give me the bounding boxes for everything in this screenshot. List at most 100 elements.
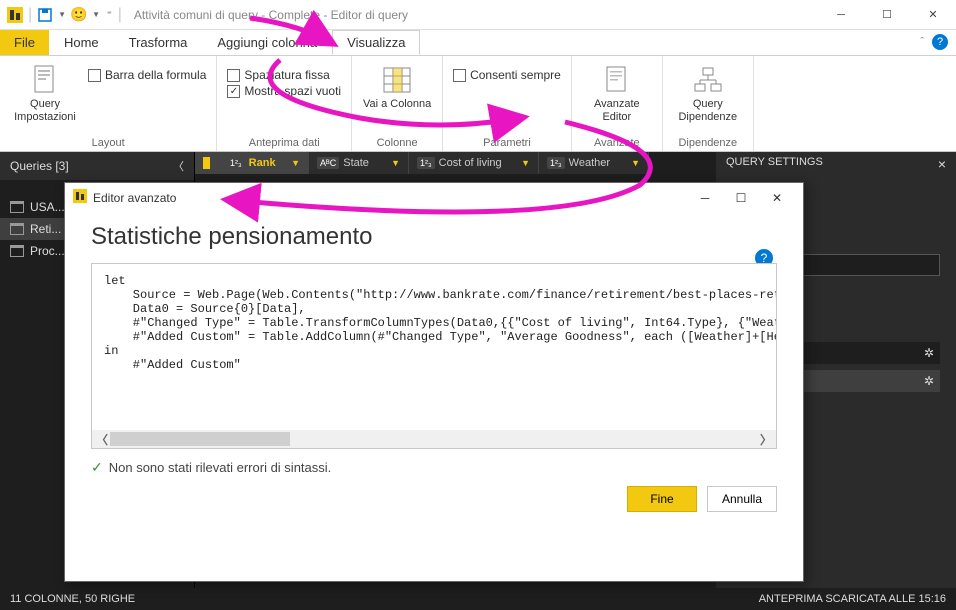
- show-whitespace-checkbox[interactable]: ✓ Mostra spazi vuoti: [227, 84, 341, 98]
- save-dropdown-icon[interactable]: ▼: [58, 10, 66, 19]
- always-allow-label: Consenti sempre: [470, 68, 561, 82]
- chevron-left-icon[interactable]: 〈: [173, 158, 184, 174]
- group-label-dependencies: Dipendenze: [673, 135, 743, 149]
- app-icon: [73, 189, 87, 208]
- group-label-parameters: Parametri: [453, 135, 561, 149]
- checkbox-icon: [453, 69, 466, 82]
- type-badge: 1²₃: [547, 157, 565, 169]
- gear-icon[interactable]: ✲: [924, 346, 934, 360]
- dropdown-icon[interactable]: ▼: [521, 158, 530, 168]
- done-button[interactable]: Fine: [627, 486, 697, 512]
- scroll-right-icon[interactable]: 〉: [760, 431, 772, 448]
- always-allow-checkbox[interactable]: Consenti sempre: [453, 68, 561, 82]
- column-rank[interactable]: 1²₃ Rank ▼: [219, 152, 309, 174]
- qat-customize-icon[interactable]: ⁼: [107, 9, 112, 20]
- goto-column-label: Vai a Colonna: [363, 98, 431, 111]
- maximize-button[interactable]: ☐: [723, 184, 759, 212]
- formula-bar-label: Barra della formula: [105, 68, 206, 82]
- advanced-editor-label: Avanzate Editor: [582, 98, 652, 124]
- close-button[interactable]: ✕: [759, 184, 795, 212]
- ribbon-group-dependencies: Query Dipendenze Dipendenze: [663, 56, 754, 151]
- queries-header-label: Queries [3]: [10, 159, 69, 173]
- emoji-icon[interactable]: 🙂: [70, 6, 88, 24]
- cancel-button[interactable]: Annulla: [707, 486, 777, 512]
- dialog-body: Statistiche pensionamento ? let Source =…: [65, 213, 803, 581]
- horizontal-scrollbar[interactable]: 〈 〉: [92, 430, 776, 448]
- window-controls: ─ ☐ ✕: [818, 0, 956, 30]
- table-icon: [10, 245, 24, 257]
- checkbox-icon: [88, 69, 101, 82]
- minimize-button[interactable]: ─: [687, 184, 723, 212]
- dialog-titlebar[interactable]: Editor avanzato ─ ☐ ✕: [65, 183, 803, 213]
- tab-transform[interactable]: Trasforma: [114, 30, 203, 55]
- file-tab[interactable]: File: [0, 30, 49, 55]
- advanced-editor-button[interactable]: Avanzate Editor: [582, 60, 652, 124]
- code-content[interactable]: let Source = Web.Page(Web.Contents("http…: [92, 264, 776, 382]
- goto-column-button[interactable]: Vai a Colonna: [362, 60, 432, 111]
- column-weather[interactable]: 1²₃ Weather ▼: [539, 152, 649, 174]
- settings-doc-icon: [29, 64, 61, 96]
- save-icon[interactable]: [36, 6, 54, 24]
- column-name: Rank: [249, 157, 276, 169]
- query-dependencies-label: Query Dipendenze: [673, 98, 743, 124]
- syntax-status-text: Non sono stati rilevati errori di sintas…: [109, 460, 332, 475]
- editor-doc-icon: [601, 64, 633, 96]
- type-badge: 1²₃: [417, 157, 435, 169]
- checkbox-icon: ✓: [227, 85, 240, 98]
- tab-home[interactable]: Home: [49, 30, 114, 55]
- monospaced-checkbox[interactable]: Spaziatura fissa: [227, 68, 341, 82]
- maximize-button[interactable]: ☐: [864, 0, 910, 30]
- tab-view[interactable]: Visualizza: [332, 30, 420, 55]
- statusbar-right: ANTEPRIMA SCARICATA ALLE 15:16: [759, 593, 946, 605]
- group-label-data-preview: Anteprima dati: [227, 135, 341, 149]
- syntax-status: ✓ Non sono stati rilevati errori di sint…: [91, 459, 777, 476]
- column-cost-of-living[interactable]: 1²₃ Cost of living ▼: [409, 152, 539, 174]
- data-column-headers: 1²₃ Rank ▼ AᴮC State ▼ 1²₃ Cost of livin…: [195, 152, 649, 174]
- gear-icon[interactable]: ✲: [924, 374, 934, 388]
- dialog-title: Editor avanzato: [93, 191, 681, 205]
- dropdown-icon[interactable]: ▼: [631, 158, 640, 168]
- group-label-advanced: Avanzate: [582, 135, 652, 149]
- formula-bar-checkbox[interactable]: Barra della formula: [88, 68, 206, 82]
- column-name: Weather: [569, 157, 610, 169]
- statusbar-left: 11 COLONNE, 50 RIGHE: [10, 593, 135, 605]
- window-title: Attività comuni di query - Complete - Ed…: [134, 8, 818, 22]
- column-name: State: [343, 157, 369, 169]
- quick-access-toolbar: | ▼ 🙂 ▼ ⁼ |: [0, 6, 128, 24]
- advanced-editor-dialog: Editor avanzato ─ ☐ ✕ Statistiche pensio…: [64, 182, 804, 582]
- dialog-heading: Statistiche pensionamento: [91, 223, 777, 251]
- column-name: Cost of living: [439, 157, 502, 169]
- scroll-thumb[interactable]: [110, 432, 290, 446]
- ribbon-group-advanced: Avanzate Editor Avanzate: [572, 56, 663, 151]
- code-editor[interactable]: let Source = Web.Page(Web.Contents("http…: [91, 263, 777, 449]
- scroll-left-icon[interactable]: 〈: [96, 431, 108, 448]
- queries-header[interactable]: Queries [3] 〈: [0, 152, 194, 180]
- ribbon-group-layout: Query Impostazioni Barra della formula L…: [0, 56, 217, 151]
- type-badge: 1²₃: [227, 157, 245, 169]
- emoji-dropdown-icon[interactable]: ▼: [92, 10, 100, 19]
- minimize-button[interactable]: ─: [818, 0, 864, 30]
- dropdown-icon[interactable]: ▼: [291, 158, 300, 168]
- group-label-columns: Colonne: [362, 135, 432, 149]
- type-badge: AᴮC: [317, 157, 339, 169]
- dialog-footer: Fine Annulla: [91, 476, 777, 512]
- tab-add-column[interactable]: Aggiungi colonna: [202, 30, 332, 55]
- row-header[interactable]: [195, 152, 219, 174]
- check-icon: ✓: [91, 459, 103, 476]
- dropdown-icon[interactable]: ▼: [391, 158, 400, 168]
- ribbon-group-data-preview: Spaziatura fissa ✓ Mostra spazi vuoti An…: [217, 56, 352, 151]
- close-button[interactable]: ✕: [910, 0, 956, 30]
- statusbar: 11 COLONNE, 50 RIGHE ANTEPRIMA SCARICATA…: [0, 588, 956, 610]
- query-settings-button[interactable]: Query Impostazioni: [10, 60, 80, 124]
- settings-title: QUERY SETTINGS: [726, 156, 823, 170]
- column-state[interactable]: AᴮC State ▼: [309, 152, 409, 174]
- ribbon-group-parameters: Consenti sempre Parametri: [443, 56, 572, 151]
- collapse-ribbon-icon[interactable]: ˆ: [920, 36, 924, 48]
- table-column-icon: [381, 64, 413, 96]
- query-settings-label: Query Impostazioni: [10, 98, 80, 124]
- app-icon: [6, 6, 24, 24]
- close-icon[interactable]: ×: [938, 156, 946, 170]
- help-icon[interactable]: ?: [932, 34, 948, 50]
- query-dependencies-button[interactable]: Query Dipendenze: [673, 60, 743, 124]
- ribbon-group-columns: Vai a Colonna Colonne: [352, 56, 443, 151]
